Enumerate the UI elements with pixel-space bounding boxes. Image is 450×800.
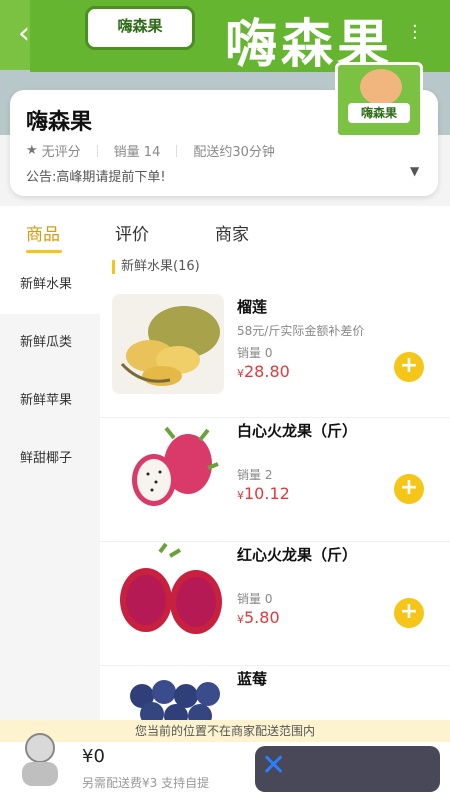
price-value: 10.12	[244, 484, 290, 503]
currency-symbol: ¥	[237, 613, 244, 626]
tab-reviews[interactable]: 评价	[115, 220, 149, 245]
sidebar-item-melons[interactable]: 新鲜瓜类	[0, 314, 100, 372]
cart-total: ¥0	[82, 746, 105, 767]
product-price: ¥5.80	[237, 608, 280, 627]
red-dragonfruit-image	[112, 542, 224, 642]
add-to-cart-button[interactable]: +	[394, 598, 424, 628]
shop-name: 嗨森果	[26, 110, 93, 135]
delivery-fee: 另需配送费¥3 支持自提	[82, 776, 210, 790]
back-icon[interactable]: ‹	[18, 16, 30, 51]
product-name: 白心火龙果（斤）	[237, 422, 358, 440]
sidebar-item-apples[interactable]: 新鲜苹果	[0, 372, 100, 430]
blueberry-image	[112, 666, 224, 720]
shop-notice: 公告:高峰期请提前下单!	[26, 170, 166, 185]
product-item[interactable]: 榴莲 58元/斤实际金额补差价 销量 0 ¥28.80 +	[100, 294, 450, 418]
shop-logo: 嗨森果	[335, 62, 423, 138]
cart-avatar[interactable]	[14, 728, 66, 788]
product-name: 蓝莓	[237, 670, 268, 688]
sign-logo-text: 嗨森果	[117, 17, 163, 35]
sidebar-item-fresh-fruit[interactable]: 新鲜水果	[0, 256, 100, 314]
product-item[interactable]: 蓝莓	[100, 666, 450, 720]
product-sales: 销量 2	[237, 468, 273, 482]
white-dragonfruit-image	[112, 418, 224, 518]
divider	[96, 144, 98, 157]
product-price: ¥10.12	[237, 484, 290, 503]
more-icon[interactable]: · · ·	[412, 18, 418, 48]
add-to-cart-button[interactable]: +	[394, 352, 424, 382]
product-note: 58元/斤实际金额补差价	[237, 324, 365, 338]
product-sales: 销量 0	[237, 346, 273, 360]
sign-logo: 嗨森果	[85, 6, 195, 50]
watermark-icon: ✕	[261, 748, 287, 783]
shop-delivery-time: 配送约30分钟	[193, 145, 275, 160]
chevron-down-icon[interactable]: ▼	[410, 164, 419, 178]
durian-image	[112, 294, 224, 394]
price-value: 28.80	[244, 362, 290, 381]
delivery-range-notice: 您当前的位置不在商家配送范围内	[0, 720, 450, 742]
product-name: 红心火龙果（斤）	[237, 546, 358, 564]
price-value: 5.80	[244, 608, 280, 627]
product-price: ¥28.80	[237, 362, 290, 381]
tab-merchant[interactable]: 商家	[215, 220, 249, 245]
tab-bar: 商品 评价 商家	[0, 206, 450, 256]
product-sales: 销量 0	[237, 592, 273, 606]
shop-stats: ★ 无评分 销量 14 配送约30分钟	[26, 141, 275, 160]
shop-sales: 销量 14	[113, 145, 161, 160]
product-item[interactable]: 红心火龙果（斤） 销量 0 ¥5.80 +	[100, 542, 450, 666]
shop-logo-text: 嗨森果	[348, 103, 410, 123]
currency-symbol: ¥	[237, 367, 244, 380]
sidebar-item-coconut[interactable]: 鲜甜椰子	[0, 430, 100, 488]
shop-rating: 无评分	[41, 145, 81, 160]
currency-symbol: ¥	[237, 489, 244, 502]
divider	[176, 144, 178, 157]
product-name: 榴莲	[237, 298, 268, 316]
active-tab-indicator	[26, 250, 62, 253]
watermark-logo: ✕	[255, 746, 440, 792]
tab-products[interactable]: 商品	[26, 220, 60, 245]
star-icon: ★	[26, 143, 38, 158]
product-list: 新鲜水果(16) 榴莲 58元/斤实际金额补差价 销量 0 ¥28.80 + 白…	[100, 256, 450, 720]
product-item[interactable]: 白心火龙果（斤） 销量 2 ¥10.12 +	[100, 418, 450, 542]
add-to-cart-button[interactable]: +	[394, 474, 424, 504]
category-title: 新鲜水果(16)	[112, 260, 200, 274]
category-sidebar: 新鲜水果 新鲜瓜类 新鲜苹果 鲜甜椰子	[0, 256, 100, 720]
mascot-face	[360, 69, 402, 105]
